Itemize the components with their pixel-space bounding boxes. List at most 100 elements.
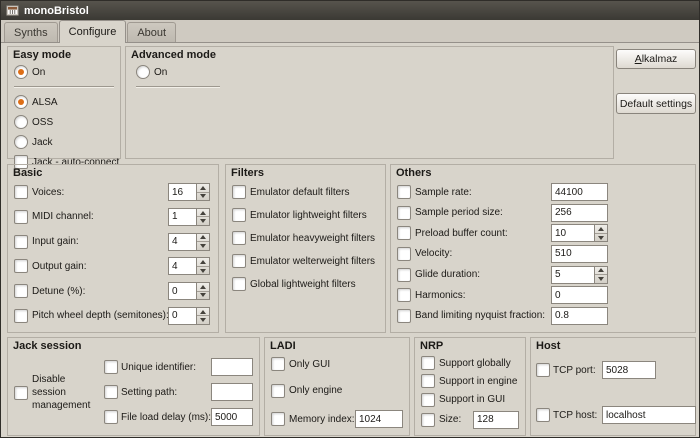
nrp-size-input[interactable]	[473, 411, 519, 429]
spin-up-icon[interactable]	[197, 308, 209, 317]
sample-rate-input[interactable]	[551, 183, 608, 201]
advanced-mode-body: On	[126, 61, 613, 158]
output-gain-input[interactable]	[168, 257, 196, 275]
glide-duration-input[interactable]	[551, 266, 594, 284]
midi-channel-input[interactable]	[168, 208, 196, 226]
sample-period-size-checkbox[interactable]	[397, 206, 411, 220]
driver-alsa-row: ALSA	[14, 95, 114, 109]
spin-up-icon[interactable]	[595, 267, 607, 276]
driver-alsa-radio[interactable]	[14, 95, 28, 109]
tcp-port-input[interactable]	[602, 361, 656, 379]
preload-buffer-count-input[interactable]	[551, 224, 594, 242]
memory-index-input[interactable]	[355, 410, 403, 428]
unique-identifier-row: Unique identifier:	[104, 358, 253, 376]
spin-down-icon[interactable]	[595, 234, 607, 242]
separator	[136, 86, 220, 88]
midi-channel-checkbox[interactable]	[14, 210, 28, 224]
emulator-default-filters-checkbox[interactable]	[232, 185, 246, 199]
easy-mode-frame: Easy mode On ALSA OSS Jack	[7, 46, 121, 159]
input-gain-spinbox	[168, 233, 210, 251]
spin-down-icon[interactable]	[197, 267, 209, 275]
output-gain-checkbox[interactable]	[14, 259, 28, 273]
spin-up-icon[interactable]	[197, 184, 209, 193]
tcp-port-label: TCP port:	[553, 365, 599, 376]
file-load-delay-checkbox[interactable]	[104, 410, 118, 424]
support-in-engine-checkbox[interactable]	[421, 374, 435, 388]
input-gain-checkbox[interactable]	[14, 235, 28, 249]
detune-input[interactable]	[168, 282, 196, 300]
pitch-wheel-depth-label: Pitch wheel depth (semitones):	[32, 310, 164, 321]
support-in-gui-checkbox[interactable]	[421, 393, 435, 407]
tab-synths[interactable]: Synths	[4, 22, 58, 42]
emulator-welterweight-filters-checkbox[interactable]	[232, 254, 246, 268]
spin-up-icon[interactable]	[197, 283, 209, 292]
spin-up-icon[interactable]	[595, 225, 607, 234]
tcp-host-input[interactable]	[602, 406, 696, 424]
sample-rate-checkbox[interactable]	[397, 185, 411, 199]
pitch-wheel-depth-spinbox	[168, 307, 210, 325]
spin-down-icon[interactable]	[197, 292, 209, 300]
tcp-host-checkbox[interactable]	[536, 408, 550, 422]
apply-button[interactable]: Alkalmaz	[616, 49, 696, 69]
preload-buffer-count-checkbox[interactable]	[397, 226, 411, 240]
spin-down-icon[interactable]	[197, 193, 209, 201]
unique-identifier-input[interactable]	[211, 358, 253, 376]
spin-down-icon[interactable]	[197, 217, 209, 225]
pitch-wheel-depth-checkbox[interactable]	[14, 309, 28, 323]
unique-identifier-checkbox[interactable]	[104, 360, 118, 374]
spin-up-icon[interactable]	[197, 209, 209, 218]
support-globally-checkbox[interactable]	[421, 356, 435, 370]
harmonics-checkbox[interactable]	[397, 288, 411, 302]
glide-duration-checkbox[interactable]	[397, 268, 411, 282]
emulator-heavyweight-filters-checkbox[interactable]	[232, 231, 246, 245]
ladi-rows: Only GUI Only engine Memory index:	[265, 352, 409, 435]
easy-on-label: On	[32, 67, 45, 78]
emulator-lightweight-filters-checkbox[interactable]	[232, 208, 246, 222]
spin-up-icon[interactable]	[197, 258, 209, 267]
global-lightweight-filters-row: Global lightweight filters	[232, 277, 379, 291]
memory-index-checkbox[interactable]	[271, 412, 285, 426]
input-gain-input[interactable]	[168, 233, 196, 251]
default-settings-button[interactable]: Default settings	[616, 93, 696, 114]
jack-session-rows: Unique identifier: Setting path: File lo…	[104, 354, 253, 431]
setting-path-label: Setting path:	[121, 387, 208, 398]
tab-about[interactable]: About	[127, 22, 176, 42]
setting-path-checkbox[interactable]	[104, 385, 118, 399]
global-lightweight-filters-checkbox[interactable]	[232, 277, 246, 291]
band-limiting-input[interactable]	[551, 307, 608, 325]
band-limiting-checkbox[interactable]	[397, 309, 411, 323]
driver-jack-radio[interactable]	[14, 135, 28, 149]
spin-down-icon[interactable]	[595, 275, 607, 283]
pitch-wheel-depth-input[interactable]	[168, 307, 196, 325]
velocity-input[interactable]	[551, 245, 608, 263]
titlebar[interactable]: monoBristol	[1, 1, 699, 20]
nrp-size-checkbox[interactable]	[421, 413, 435, 427]
output-gain-row: Output gain:	[14, 257, 210, 275]
voices-checkbox[interactable]	[14, 185, 28, 199]
memory-index-row: Memory index:	[271, 410, 403, 428]
disable-session-checkbox[interactable]	[14, 386, 28, 400]
detune-checkbox[interactable]	[14, 284, 28, 298]
preload-buffer-count-spinbox	[551, 224, 608, 242]
harmonics-input[interactable]	[551, 286, 608, 304]
emulator-lightweight-filters-label: Emulator lightweight filters	[250, 210, 367, 221]
tab-synths-label: Synths	[14, 27, 48, 39]
spin-down-icon[interactable]	[197, 316, 209, 324]
voices-input[interactable]	[168, 183, 196, 201]
advanced-on-radio[interactable]	[136, 65, 150, 79]
tcp-port-checkbox[interactable]	[536, 363, 550, 377]
tab-configure[interactable]: Configure	[59, 20, 127, 43]
basic-rows: Voices: MIDI channel: Inpu	[8, 179, 218, 332]
only-engine-checkbox[interactable]	[271, 384, 285, 398]
easy-on-radio[interactable]	[14, 65, 28, 79]
spin-up-icon[interactable]	[197, 234, 209, 243]
only-gui-checkbox[interactable]	[271, 357, 285, 371]
driver-oss-radio[interactable]	[14, 115, 28, 129]
file-load-delay-input[interactable]	[211, 408, 253, 426]
setting-path-input[interactable]	[211, 383, 253, 401]
advanced-on-row: On	[136, 65, 167, 79]
emulator-heavyweight-filters-label: Emulator heavyweight filters	[250, 233, 375, 244]
velocity-checkbox[interactable]	[397, 247, 411, 261]
spin-down-icon[interactable]	[197, 242, 209, 250]
sample-period-size-input[interactable]	[551, 204, 608, 222]
